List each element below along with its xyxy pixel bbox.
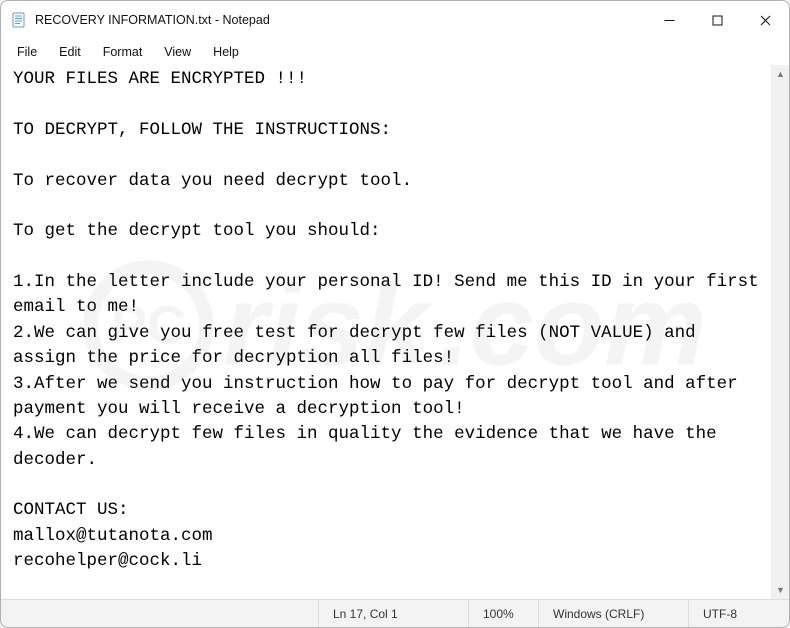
status-position: Ln 17, Col 1 [319, 600, 469, 627]
menu-edit[interactable]: Edit [49, 43, 91, 61]
notepad-icon [11, 12, 27, 28]
status-spacer [1, 600, 319, 627]
text-editor[interactable]: YOUR FILES ARE ENCRYPTED !!! TO DECRYPT,… [1, 65, 771, 599]
close-button[interactable] [741, 1, 789, 39]
content-area: YOUR FILES ARE ENCRYPTED !!! TO DECRYPT,… [1, 65, 789, 599]
status-encoding: UTF-8 [689, 600, 789, 627]
menu-bar: File Edit Format View Help [1, 39, 789, 65]
title-bar: RECOVERY INFORMATION.txt - Notepad [1, 1, 789, 39]
menu-file[interactable]: File [7, 43, 47, 61]
window-controls [645, 1, 789, 39]
scroll-up-icon[interactable]: ▲ [772, 65, 789, 83]
notepad-window: RECOVERY INFORMATION.txt - Notepad File … [0, 0, 790, 628]
maximize-button[interactable] [693, 1, 741, 39]
minimize-button[interactable] [645, 1, 693, 39]
status-bar: Ln 17, Col 1 100% Windows (CRLF) UTF-8 [1, 599, 789, 627]
status-eol: Windows (CRLF) [539, 600, 689, 627]
menu-view[interactable]: View [154, 43, 201, 61]
menu-format[interactable]: Format [93, 43, 153, 61]
menu-help[interactable]: Help [203, 43, 249, 61]
window-title: RECOVERY INFORMATION.txt - Notepad [35, 13, 270, 27]
scroll-down-icon[interactable]: ▼ [772, 581, 789, 599]
vertical-scrollbar[interactable]: ▲ ▼ [771, 65, 789, 599]
status-zoom: 100% [469, 600, 539, 627]
